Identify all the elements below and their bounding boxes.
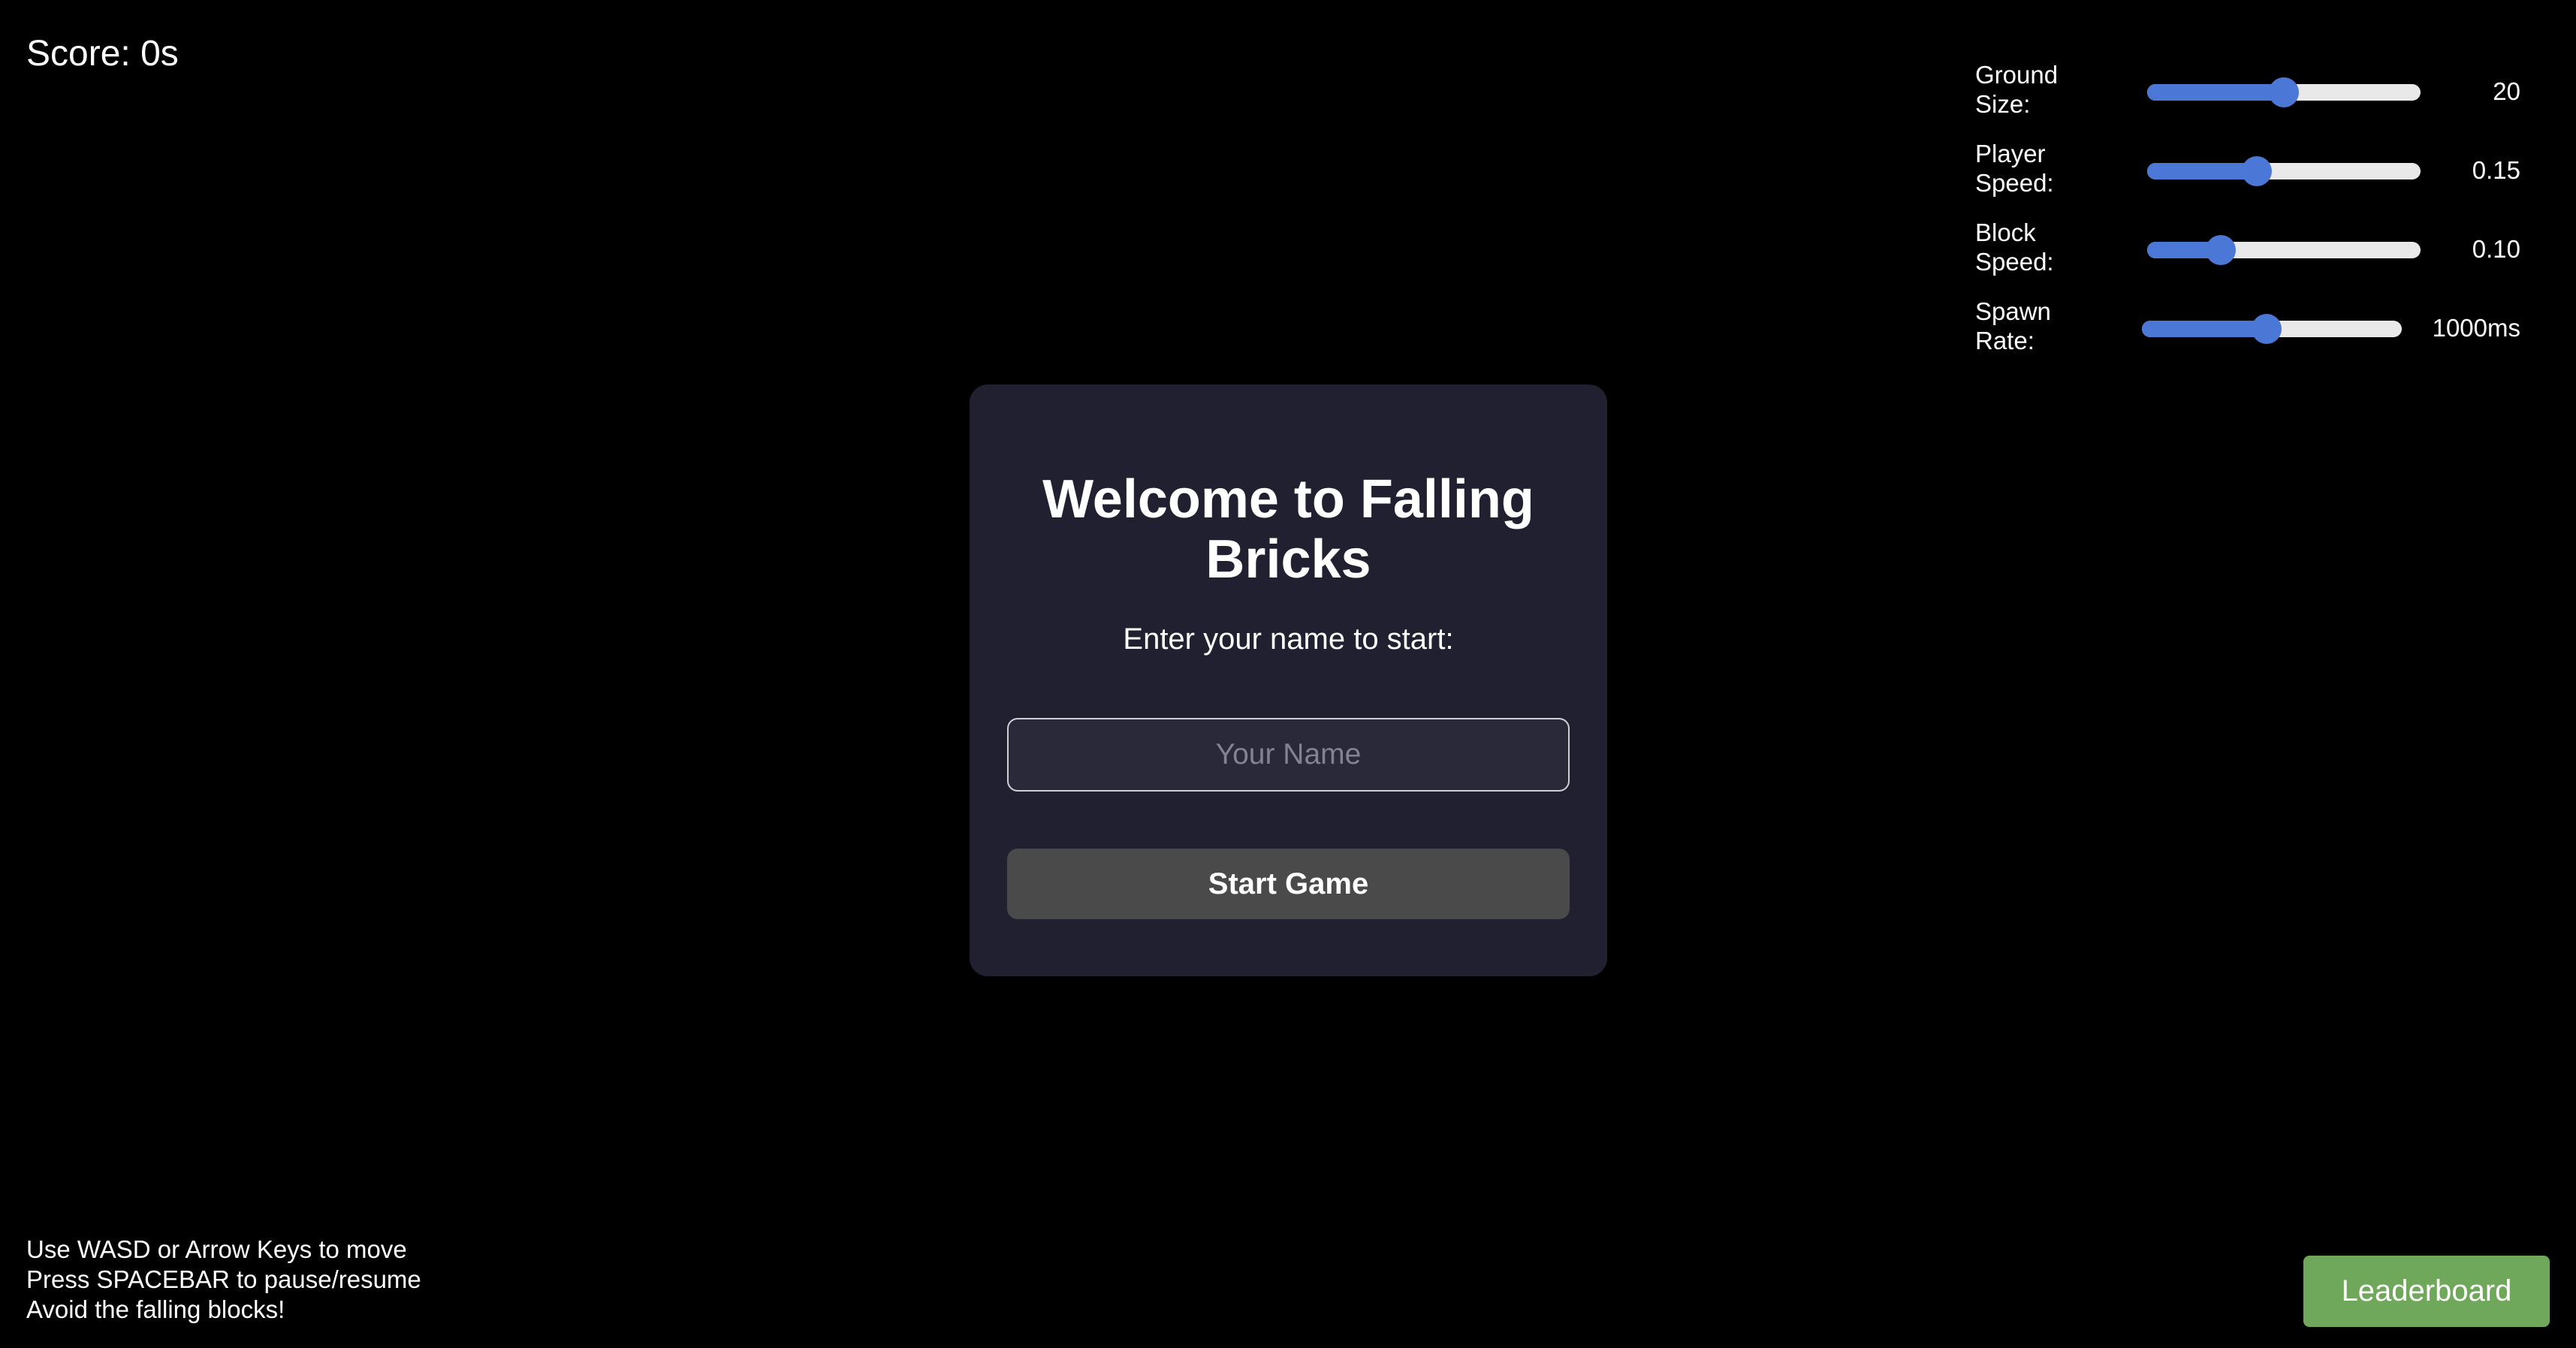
- instruction-line: Avoid the falling blocks!: [26, 1295, 285, 1323]
- slider-fill: [2147, 163, 2257, 179]
- settings-panel: Ground Size: 20 Player Speed: 0.15 Block…: [1975, 60, 2531, 375]
- slider-thumb[interactable]: [2241, 156, 2272, 186]
- slider-thumb[interactable]: [2206, 235, 2237, 265]
- slider-thumb[interactable]: [2252, 314, 2282, 344]
- setting-label: Ground Size:: [1975, 61, 2059, 118]
- slider-thumb[interactable]: [2269, 77, 2299, 107]
- setting-spawn-rate: Spawn Rate: 1000ms: [1975, 297, 2531, 375]
- slider-fill: [2147, 84, 2284, 101]
- setting-value: 20: [2493, 77, 2520, 105]
- setting-value: 0.10: [2472, 235, 2520, 263]
- setting-block-speed: Block Speed: 0.10: [1975, 218, 2531, 297]
- setting-value: 0.15: [2472, 156, 2520, 184]
- ground-size-slider[interactable]: [2147, 77, 2421, 107]
- block-speed-slider[interactable]: [2147, 235, 2421, 265]
- instruction-line: Press SPACEBAR to pause/resume: [26, 1265, 421, 1293]
- slider-fill: [2142, 321, 2267, 337]
- instructions: Use WASD or Arrow Keys to move Press SPA…: [26, 1235, 421, 1325]
- score-display: Score: 0s: [26, 34, 179, 74]
- dialog-subtitle: Enter your name to start:: [1123, 623, 1454, 656]
- leaderboard-button[interactable]: Leaderboard: [2303, 1256, 2550, 1327]
- setting-label: Spawn Rate:: [1975, 297, 2051, 354]
- dialog-title: Welcome to Falling Bricks: [1042, 469, 1534, 590]
- instruction-line: Use WASD or Arrow Keys to move: [26, 1235, 407, 1263]
- setting-label: Player Speed:: [1975, 140, 2054, 197]
- setting-value: 1000ms: [2432, 314, 2520, 342]
- start-game-button[interactable]: Start Game: [1007, 849, 1570, 919]
- setting-label: Block Speed:: [1975, 219, 2054, 276]
- welcome-dialog: Welcome to Falling Bricks Enter your nam…: [970, 384, 1607, 976]
- spawn-rate-slider[interactable]: [2142, 314, 2402, 344]
- name-input[interactable]: [1007, 718, 1570, 792]
- setting-player-speed: Player Speed: 0.15: [1975, 139, 2531, 218]
- setting-ground-size: Ground Size: 20: [1975, 60, 2531, 139]
- player-speed-slider[interactable]: [2147, 156, 2421, 186]
